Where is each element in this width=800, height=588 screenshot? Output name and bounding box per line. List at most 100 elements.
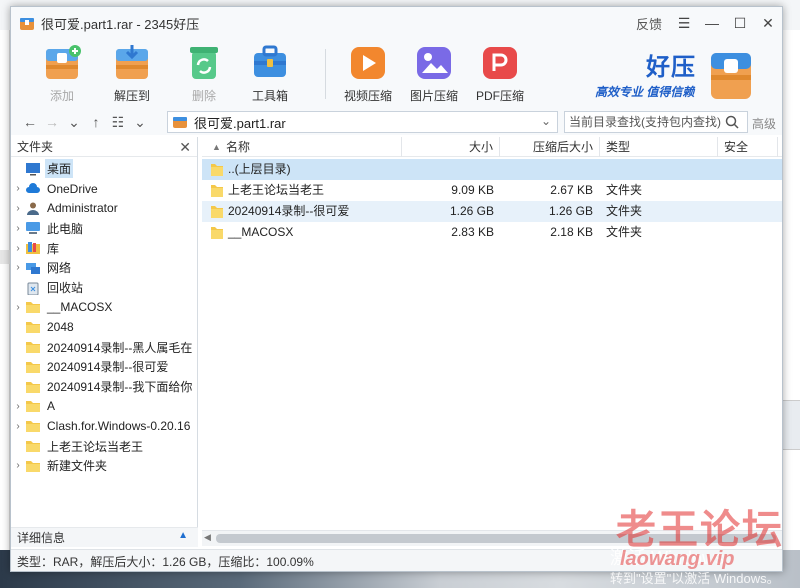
file-name: 上老王论坛当老王 (228, 183, 325, 197)
file-row[interactable]: 20240914录制--很可爱 1.26 GB 1.26 GB 文件夹 (202, 201, 782, 222)
column-packed-size[interactable]: 压缩后大小 (500, 137, 600, 157)
folder-tree-item[interactable]: 20240914录制--我下面给你 (11, 377, 198, 397)
file-type: 文件夹 (606, 183, 643, 197)
path-field[interactable]: 很可爱.part1.rar ⌄ (167, 111, 558, 133)
file-name: 20240914录制--很可爱 (228, 204, 350, 218)
expand-chevron-icon[interactable]: › (11, 421, 25, 432)
folder-icon (25, 439, 41, 453)
folder-icon (210, 162, 224, 177)
column-type[interactable]: 类型 (600, 137, 718, 157)
toolbar-divider (325, 49, 326, 99)
folder-tree-label: 桌面 (45, 159, 74, 179)
file-name: ..(上层目录) (228, 162, 291, 176)
folder-tree-item[interactable]: › 网络 (11, 258, 198, 278)
folder-icon (25, 459, 41, 473)
brand-slogan: 高效专业 值得信赖 (595, 85, 695, 99)
search-input[interactable] (565, 115, 725, 129)
sort-up-icon: ▲ (212, 142, 221, 152)
expand-chevron-icon[interactable]: › (11, 460, 25, 471)
folder-tree-item[interactable]: 上老王论坛当老王 (11, 436, 198, 456)
forward-arrow-icon[interactable]: → (41, 111, 63, 133)
history-chevron-icon[interactable]: ⌄ (63, 111, 85, 133)
folder-icon (25, 419, 41, 433)
view-mode-icon[interactable]: ☷ (107, 111, 129, 133)
folder-icon (25, 399, 41, 413)
toolbox-button[interactable]: 工具箱 (239, 41, 301, 105)
file-row[interactable]: __MACOSX 2.83 KB 2.18 KB 文件夹 (202, 222, 782, 243)
file-packed-size: 2.67 KB (550, 183, 593, 197)
feedback-button[interactable]: 反馈 (628, 7, 670, 39)
delete-button[interactable]: 删除 (173, 41, 235, 105)
details-panel-toggle[interactable]: 详细信息 ▲ (11, 527, 198, 547)
folder-tree-item[interactable]: › Administrator (11, 199, 198, 219)
file-row[interactable]: 上老王论坛当老王 9.09 KB 2.67 KB 文件夹 (202, 180, 782, 201)
expand-chevron-icon[interactable]: › (11, 223, 25, 234)
file-size: 9.09 KB (451, 183, 494, 197)
archive-app-icon (19, 15, 35, 31)
minimize-icon[interactable]: — (698, 7, 726, 39)
pdf-compress-icon (483, 47, 517, 79)
desktop-icon (25, 162, 41, 176)
column-size[interactable]: 大小 (402, 137, 500, 157)
path-dropdown-icon[interactable]: ⌄ (541, 114, 551, 128)
back-arrow-icon[interactable]: ← (19, 111, 41, 133)
search-icon[interactable] (725, 115, 739, 129)
maximize-icon[interactable]: ☐ (726, 7, 754, 39)
folder-tree-item[interactable]: › 新建文件夹 (11, 456, 198, 476)
expand-chevron-icon[interactable]: › (11, 203, 25, 214)
recycle-bin-icon (25, 281, 41, 296)
toolbox-icon (254, 45, 286, 77)
folder-tree-item[interactable]: › Clash.for.Windows-0.20.16 (11, 416, 198, 436)
folder-tree-item[interactable]: › __MACOSX (11, 298, 198, 318)
video-compress-button[interactable]: 视频压缩 (337, 41, 399, 105)
folder-tree-item[interactable]: › OneDrive (11, 179, 198, 199)
folder-tree-item[interactable]: › 此电脑 (11, 218, 198, 238)
file-row[interactable]: ..(上层目录) (202, 159, 782, 180)
background-window-left (0, 30, 10, 550)
folder-icon (210, 183, 224, 198)
image-compress-button[interactable]: 图片压缩 (403, 41, 465, 105)
folder-pane: 文件夹 ✕ 桌面 › OneDrive › Administrator › 此电脑 › 库 › 网络… (11, 137, 198, 547)
close-pane-icon[interactable]: ✕ (179, 139, 191, 156)
extract-to-button[interactable]: 解压到 (101, 41, 163, 105)
file-packed-size: 1.26 GB (548, 204, 593, 218)
close-icon[interactable]: ✕ (754, 7, 782, 39)
column-name[interactable]: ▲ 名称 (202, 137, 402, 157)
expand-chevron-icon[interactable]: › (11, 183, 25, 194)
file-list-header: ▲ 名称 大小 压缩后大小 类型 安全 (202, 137, 782, 157)
expand-chevron-icon[interactable]: › (11, 401, 25, 412)
folder-tree-item[interactable]: 20240914录制--黑人属毛在 (11, 337, 198, 357)
folder-tree-label: 2048 (47, 320, 74, 335)
search-field[interactable] (564, 111, 748, 133)
add-button[interactable]: 添加 (31, 41, 93, 105)
brand-logo: 好压 高效专业 值得信赖 (591, 43, 781, 107)
view-chevron-icon[interactable]: ⌄ (129, 111, 151, 133)
brand-box-icon (711, 53, 751, 99)
up-arrow-icon[interactable]: ↑ (85, 111, 107, 133)
folder-tree-item[interactable]: 2048 (11, 317, 198, 337)
hamburger-icon[interactable]: ☰ (670, 7, 698, 39)
user-icon (25, 201, 41, 216)
column-security[interactable]: 安全 (718, 137, 778, 157)
folder-tree-item[interactable]: › A (11, 397, 198, 417)
folder-tree-item[interactable]: › 库 (11, 238, 198, 258)
folder-tree-label: 20240914录制--我下面给你 (47, 380, 193, 395)
pdf-compress-button[interactable]: PDF压缩 (469, 41, 531, 105)
add-archive-icon (46, 45, 81, 79)
expand-up-icon[interactable]: ▲ (178, 530, 188, 541)
cloud-icon (25, 182, 41, 196)
title-bar: 很可爱.part1.rar - 2345好压 反馈 ☰ — ☐ ✕ (11, 7, 782, 39)
file-packed-size (500, 159, 593, 180)
file-size (402, 159, 494, 180)
brand-name: 好压 (646, 54, 696, 81)
folder-tree-item[interactable]: 回收站 (11, 278, 198, 298)
expand-chevron-icon[interactable]: › (11, 243, 25, 254)
folder-tree-item[interactable]: 20240914录制--很可爱 (11, 357, 198, 377)
advanced-search-button[interactable]: 高级 (752, 115, 776, 132)
folder-icon (25, 380, 41, 394)
scroll-left-icon[interactable]: ◀ (204, 532, 211, 543)
folder-tree-label: OneDrive (47, 181, 98, 196)
folder-tree-item[interactable]: 桌面 (11, 159, 198, 179)
expand-chevron-icon[interactable]: › (11, 302, 25, 313)
expand-chevron-icon[interactable]: › (11, 262, 25, 273)
